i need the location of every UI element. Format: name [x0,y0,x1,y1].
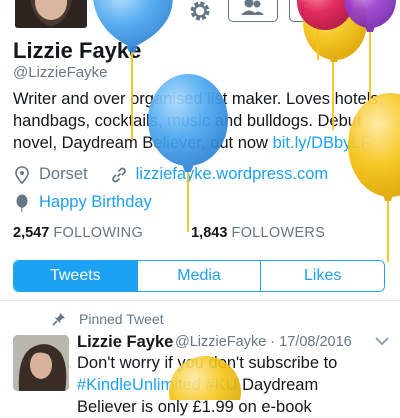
profile-avatar[interactable] [13,0,89,30]
tweet-text: Don't worry if you don't subscribe to #K… [77,352,397,418]
chevron-down-icon[interactable] [375,336,389,346]
bio-text: novel, Daydream Believer, out now [13,134,273,152]
birthday-link[interactable]: Happy Birthday [39,193,152,212]
tweet-author-handle: @LizzieFayke · 17/08/2016 [175,334,352,350]
balloon-icon [16,194,28,212]
bio-line: Writer and over organised list maker. Lo… [13,90,384,108]
profile-name: Lizzie Fayke [13,38,142,63]
bio-line: handbags, cocktails, music and bulldogs.… [13,112,362,130]
bio-link[interactable]: bit.ly/DBbyLF [273,134,371,152]
people-button[interactable] [228,0,278,22]
tab-tweets[interactable]: Tweets [14,261,137,291]
tweet-line: Believer is only £1.99 on e-book [77,398,312,416]
pinned-text: Pinned Tweet [79,311,164,327]
profile-tabs: Tweets Media Likes [13,260,385,292]
birthday-row: Happy Birthday [13,193,152,212]
following-label: FOLLOWING [53,225,144,241]
followers-label: FOLLOWERS [231,225,326,241]
tweet-line: #KindleUnlimited #KU Daydream [77,374,397,396]
profile-bio: Writer and over organised list maker. Lo… [13,88,395,154]
tweet-line: Don't worry if you don't subscribe to [77,354,338,372]
link-icon [111,167,126,182]
divider [0,300,400,301]
location-pin-icon [15,165,29,184]
pinned-tweet-label: Pinned Tweet [52,311,164,327]
bio-line: novel, Daydream Believer, out now bit.ly… [13,132,395,154]
tweet-avatar[interactable] [13,335,69,391]
profile-website[interactable]: lizziefayke.wordpress.com [136,165,329,184]
profile-location: Dorset [39,165,88,183]
people-icon [241,0,264,15]
tab-likes[interactable]: Likes [260,261,384,291]
gear-icon[interactable] [187,0,213,24]
tweet-text-span: Daydream [237,376,319,394]
following-count: 2,547 [13,225,50,241]
location-website-row: Dorset lizziefayke.wordpress.com [13,165,328,184]
edit-profile-button[interactable]: E [289,0,349,22]
followers-count: 1,843 [191,225,228,241]
tweet-author-name[interactable]: Lizzie Fayke [77,333,173,352]
follow-counts: 2,547 FOLLOWING 1,843 FOLLOWERS [13,225,325,241]
followers-stat[interactable]: 1,843 FOLLOWERS [191,225,325,241]
tab-media[interactable]: Media [136,261,261,291]
hashtag-link[interactable]: #KindleUnlimited [77,376,201,394]
following-stat[interactable]: 2,547 FOLLOWING [13,225,147,241]
hashtag-link[interactable]: #KU [205,376,237,394]
profile-handle: @LizzieFayke [13,64,108,81]
pin-icon [52,313,65,326]
